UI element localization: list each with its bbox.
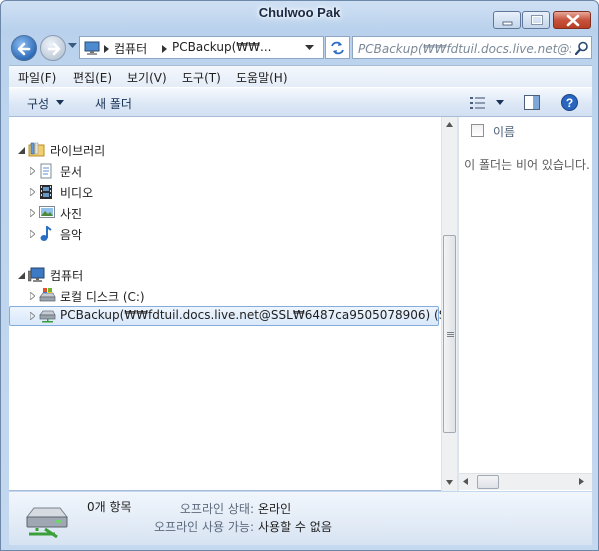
horizontal-scrollbar-thumb[interactable] — [477, 475, 499, 489]
scroll-up-arrow-icon[interactable] — [446, 122, 453, 127]
tree-label-documents: 문서 — [60, 165, 83, 179]
svg-text:?: ? — [566, 96, 573, 110]
navigation-pane: 라이브러리 문서 비디오 사진 음악 컴퓨터 로컬 디스크 (C:) PCBac… — [9, 117, 455, 491]
menu-file[interactable]: 파일(F) — [18, 69, 56, 86]
help-icon[interactable]: ? — [561, 94, 578, 111]
organize-chevron-icon[interactable] — [56, 100, 64, 105]
preview-pane-icon[interactable] — [524, 95, 540, 110]
empty-folder-message: 이 폴더는 비어 있습니다. — [464, 158, 590, 172]
menu-bar: 파일(F) 편집(E) 보기(V) 도구(T) 도움말(H) — [9, 65, 592, 87]
tree-label-pcbackup-drive: PCBackup(₩₩fdtuil.docs.live.net@SSL₩6487… — [60, 308, 456, 322]
file-list-scrollbar[interactable] — [459, 473, 592, 490]
close-button[interactable] — [553, 11, 591, 29]
collapsed-arrow-icon[interactable] — [30, 167, 35, 175]
offline-status-label: 오프라인 상태: — [179, 502, 254, 516]
network-drive-icon — [39, 310, 56, 323]
menu-tools[interactable]: 도구(T) — [182, 69, 221, 86]
item-count: 0개 항목 — [87, 500, 132, 514]
local-disk-icon — [39, 288, 56, 302]
collapsed-arrow-icon[interactable] — [30, 188, 35, 196]
navigation-pane-scrollbar[interactable] — [441, 117, 457, 491]
scroll-down-arrow-icon[interactable] — [446, 480, 453, 485]
back-button[interactable] — [11, 35, 37, 61]
maximize-button[interactable] — [522, 11, 550, 29]
tree-item-pcbackup-drive[interactable]: PCBackup(₩₩fdtuil.docs.live.net@SSL₩6487… — [9, 306, 455, 326]
breadcrumb-separator-icon[interactable] — [104, 45, 109, 53]
tree-item-documents[interactable]: 문서 — [9, 161, 439, 181]
title-bar[interactable]: Chulwoo Pak — [1, 1, 598, 29]
refresh-button[interactable] — [325, 36, 350, 59]
scroll-left-arrow-icon[interactable] — [463, 478, 468, 485]
column-header-name[interactable]: 이름 — [459, 117, 592, 143]
content-area: 라이브러리 문서 비디오 사진 음악 컴퓨터 로컬 디스크 (C:) PCBac… — [9, 117, 592, 491]
explorer-window: Chulwoo Pak 컴퓨터 PCBackup(₩₩... PCBackup(… — [0, 0, 599, 551]
breadcrumb-separator-icon[interactable] — [162, 45, 167, 53]
search-placeholder[interactable]: PCBackup(₩₩fdtuil.docs.live.net@SSL₩6487… — [358, 40, 571, 57]
expanded-arrow-icon[interactable] — [18, 147, 25, 154]
view-options-icon[interactable] — [470, 97, 486, 109]
command-bar: 구성 새 폴더 ? — [9, 87, 592, 117]
minimize-button[interactable] — [493, 11, 521, 29]
refresh-icon — [331, 41, 344, 55]
tree-item-libraries[interactable]: 라이브러리 — [9, 140, 439, 160]
address-bar[interactable]: 컴퓨터 PCBackup(₩₩... — [79, 36, 324, 59]
search-box[interactable]: PCBackup(₩₩fdtuil.docs.live.net@SSL₩6487… — [352, 36, 592, 59]
scrollbar-thumb[interactable] — [443, 235, 456, 433]
documents-icon — [40, 163, 52, 179]
offline-status-value: 온라인 — [258, 502, 292, 516]
network-drive-icon — [25, 507, 69, 538]
scrollbar-grip-icon — [447, 332, 454, 337]
search-icon[interactable] — [575, 41, 589, 55]
recent-pages-chevron-icon[interactable] — [68, 43, 77, 49]
address-history-chevron-icon[interactable] — [305, 45, 314, 51]
tree-item-music[interactable]: 음악 — [9, 224, 439, 244]
libraries-icon — [28, 142, 45, 157]
menu-edit[interactable]: 편집(E) — [73, 69, 112, 86]
computer-icon — [28, 267, 45, 282]
breadcrumb-pcbackup[interactable]: PCBackup(₩₩... — [172, 40, 271, 54]
pictures-icon — [39, 206, 55, 218]
tree-label-music: 음악 — [60, 228, 83, 242]
select-all-checkbox[interactable] — [471, 124, 484, 137]
offline-availability-value: 사용할 수 없음 — [258, 520, 332, 534]
videos-icon — [40, 185, 52, 199]
collapsed-arrow-icon[interactable] — [30, 292, 35, 300]
column-header-label: 이름 — [493, 125, 516, 139]
expanded-arrow-icon[interactable] — [18, 272, 25, 279]
menu-view[interactable]: 보기(V) — [127, 69, 167, 86]
organize-button[interactable]: 구성 — [27, 95, 49, 112]
tree-item-pictures[interactable]: 사진 — [9, 203, 439, 223]
collapsed-arrow-icon[interactable] — [30, 312, 35, 320]
collapsed-arrow-icon[interactable] — [30, 209, 35, 217]
new-folder-button[interactable]: 새 폴더 — [95, 95, 132, 112]
collapsed-arrow-icon[interactable] — [30, 230, 35, 238]
computer-icon — [84, 41, 100, 55]
scroll-right-arrow-icon[interactable] — [579, 478, 584, 485]
view-chevron-icon[interactable] — [496, 100, 504, 105]
tree-item-videos[interactable]: 비디오 — [9, 182, 439, 202]
breadcrumb-computer[interactable]: 컴퓨터 — [114, 40, 147, 57]
navigation-bar: 컴퓨터 PCBackup(₩₩... PCBackup(₩₩fdtuil.doc… — [9, 33, 592, 63]
forward-button[interactable] — [40, 35, 66, 61]
tree-label-pictures: 사진 — [60, 207, 83, 221]
music-icon — [40, 226, 52, 241]
tree-item-computer[interactable]: 컴퓨터 — [9, 265, 439, 285]
file-list-pane: 이름 이 폴더는 비어 있습니다. — [459, 117, 592, 491]
tree-label-videos: 비디오 — [60, 186, 94, 200]
tree-label-libraries: 라이브러리 — [50, 144, 106, 158]
menu-help[interactable]: 도움말(H) — [236, 69, 288, 86]
tree-item-local-disk[interactable]: 로컬 디스크 (C:) — [9, 286, 439, 306]
tree-label-local-disk: 로컬 디스크 (C:) — [60, 290, 145, 304]
tree-label-computer: 컴퓨터 — [50, 269, 84, 283]
details-pane: 0개 항목 오프라인 상태: 온라인 오프라인 사용 가능: 사용할 수 없음 — [9, 492, 592, 545]
offline-availability-label: 오프라인 사용 가능: — [154, 520, 254, 534]
